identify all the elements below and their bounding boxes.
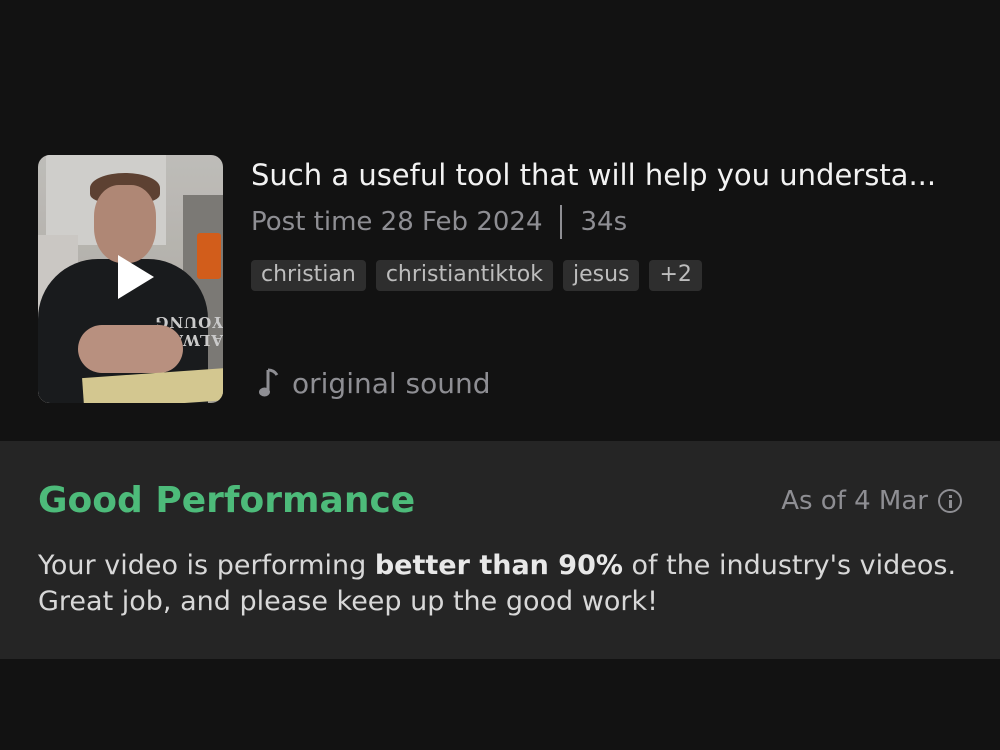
performance-description: Your video is performing better than 90%… — [38, 548, 968, 620]
sound-label: original sound — [292, 366, 491, 400]
video-meta: Post time 28 Feb 2024 34s — [251, 205, 627, 239]
desc-highlight: better than 90% — [374, 550, 623, 581]
sound-row[interactable]: original sound — [258, 366, 491, 400]
video-card[interactable]: ALWAYS YOUNG Such a useful tool that wil… — [0, 0, 1000, 441]
play-icon[interactable] — [118, 255, 154, 299]
info-icon[interactable] — [938, 489, 962, 513]
tag-list: christian christiantiktok jesus +2 — [251, 260, 702, 291]
as-of-label: As of 4 Mar — [781, 486, 928, 516]
meta-divider — [560, 205, 563, 239]
performance-title: Good Performance — [38, 480, 416, 521]
tag-jesus[interactable]: jesus — [562, 260, 640, 291]
video-thumbnail[interactable]: ALWAYS YOUNG — [38, 155, 223, 403]
tag-christian[interactable]: christian — [251, 260, 366, 291]
as-of-date[interactable]: As of 4 Mar — [781, 486, 962, 516]
music-note-icon — [259, 368, 279, 397]
post-time: Post time 28 Feb 2024 — [251, 207, 543, 237]
desc-before: Your video is performing — [38, 550, 375, 581]
tag-christiantiktok[interactable]: christiantiktok — [375, 260, 553, 291]
video-duration: 34s — [580, 207, 628, 237]
tag-more[interactable]: +2 — [649, 260, 702, 291]
video-title: Such a useful tool that will help you un… — [251, 158, 937, 192]
